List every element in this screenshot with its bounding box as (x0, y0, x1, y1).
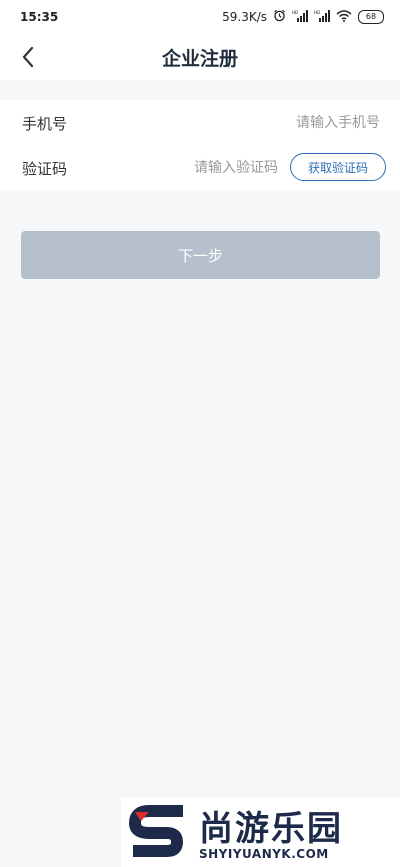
phone-label: 手机号 (22, 115, 68, 133)
svg-text:HD: HD (314, 10, 320, 15)
battery-icon: 68 (358, 10, 384, 24)
watermark: 尚游乐园 SHYIYUANYK.COM (121, 797, 400, 867)
alarm-icon (273, 9, 286, 25)
verification-code-input[interactable] (118, 155, 278, 181)
network-speed: 59.3K/s (222, 10, 267, 24)
phone-input[interactable] (180, 110, 380, 136)
signal-hd-icon: HD (314, 9, 330, 25)
phone-row: 手机号 (0, 100, 400, 145)
registration-form: 手机号 验证码 获取验证码 (0, 100, 400, 190)
page-title: 企业注册 (161, 48, 238, 70)
code-row: 验证码 获取验证码 (0, 145, 400, 190)
wifi-icon (336, 9, 352, 25)
status-time: 15:35 (20, 10, 59, 24)
status-indicators: 59.3K/s HD HD 68 (222, 9, 384, 25)
code-label: 验证码 (22, 160, 68, 178)
svg-text:HD: HD (292, 10, 298, 15)
status-bar: 15:35 59.3K/s HD HD 68 (0, 0, 400, 34)
watermark-logo (128, 805, 184, 857)
next-button[interactable]: 下一步 (21, 231, 380, 279)
get-code-button[interactable]: 获取验证码 (290, 153, 386, 181)
watermark-url: SHYIYUANYK.COM (199, 847, 329, 861)
nav-bar: 企业注册 (0, 34, 400, 80)
signal-hd-icon: HD (292, 9, 308, 25)
watermark-title: 尚游乐园 (199, 809, 343, 849)
